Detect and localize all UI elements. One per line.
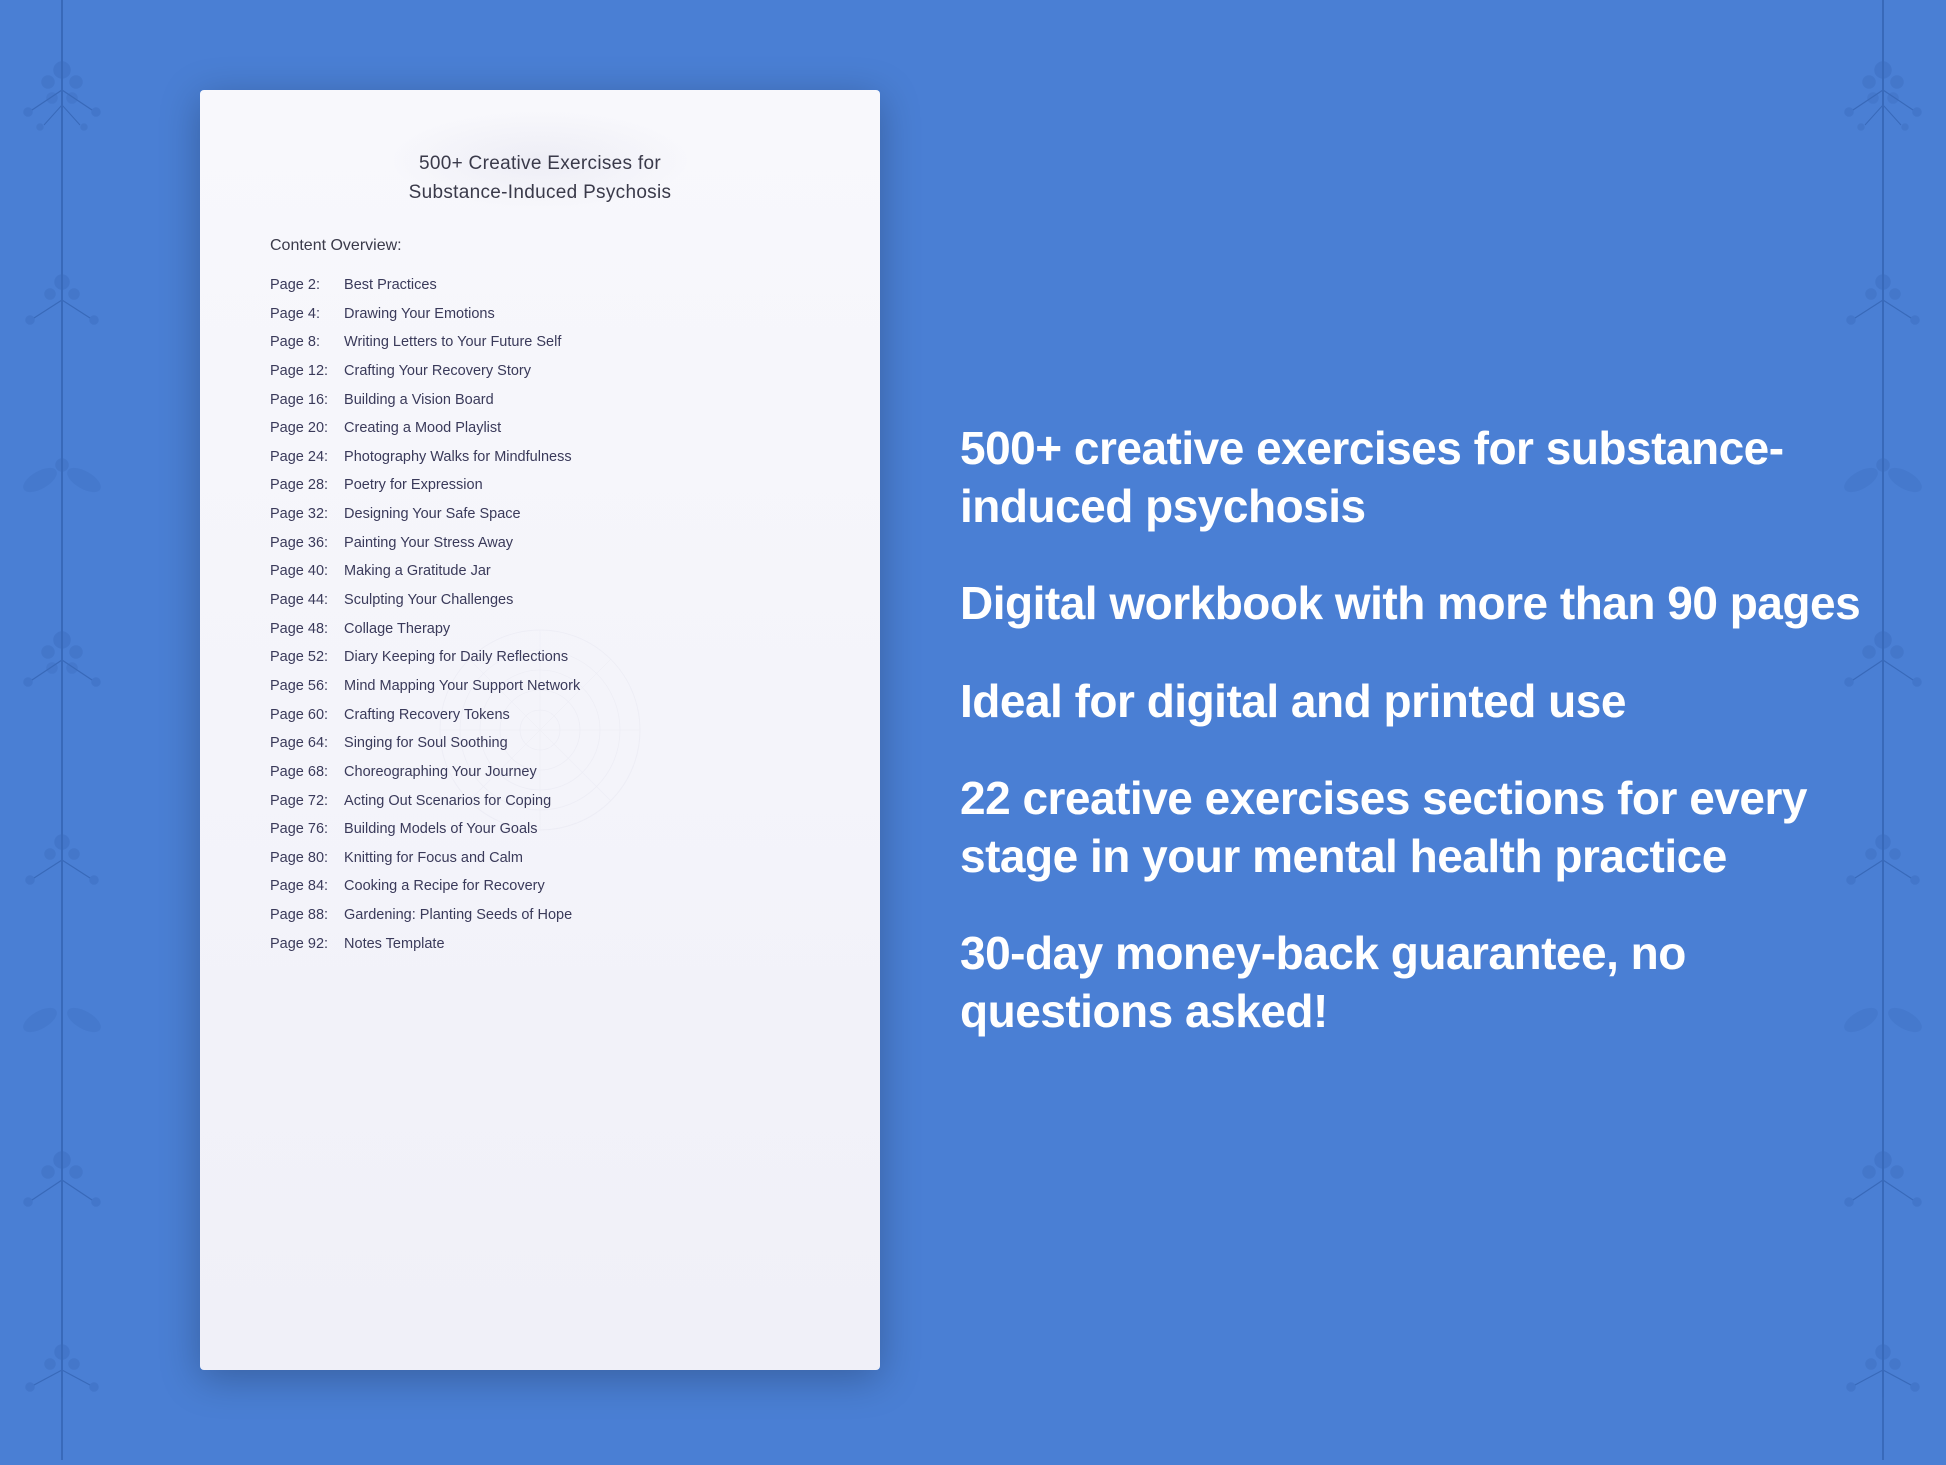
toc-page-number: Page 36:	[270, 531, 340, 556]
toc-title: Notes Template	[340, 932, 445, 957]
table-row: Page 44: Sculpting Your Challenges	[270, 588, 810, 613]
toc-title: Singing for Soul Soothing	[340, 731, 508, 756]
table-row: Page 52: Diary Keeping for Daily Reflect…	[270, 645, 810, 670]
table-row: Page 24: Photography Walks for Mindfulne…	[270, 445, 810, 470]
table-row: Page 80: Knitting for Focus and Calm	[270, 846, 810, 871]
table-row: Page 64: Singing for Soul Soothing	[270, 731, 810, 756]
toc-page-number: Page 72:	[270, 789, 340, 814]
toc-page-number: Page 88:	[270, 903, 340, 928]
toc-title: Poetry for Expression	[340, 473, 483, 498]
toc-page-number: Page 68:	[270, 760, 340, 785]
table-row: Page 72: Acting Out Scenarios for Coping	[270, 789, 810, 814]
toc-title: Gardening: Planting Seeds of Hope	[340, 903, 572, 928]
toc-page-number: Page 56:	[270, 674, 340, 699]
table-row: Page 76: Building Models of Your Goals	[270, 817, 810, 842]
document-content: 500+ Creative Exercises for Substance-In…	[270, 150, 810, 956]
feature-item: 500+ creative exercises for substance-in…	[960, 420, 1866, 535]
toc-page-number: Page 40:	[270, 559, 340, 584]
right-features: 500+ creative exercises for substance-in…	[880, 420, 1866, 1040]
table-row: Page 36: Painting Your Stress Away	[270, 531, 810, 556]
toc-page-number: Page 28:	[270, 473, 340, 498]
table-row: Page 32: Designing Your Safe Space	[270, 502, 810, 527]
toc-page-number: Page 8:	[270, 330, 340, 355]
table-row: Page 12: Crafting Your Recovery Story	[270, 359, 810, 384]
section-label: Content Overview:	[270, 237, 810, 255]
toc-page-number: Page 80:	[270, 846, 340, 871]
table-of-contents: Page 2: Best PracticesPage 4: Drawing Yo…	[270, 273, 810, 956]
toc-page-number: Page 52:	[270, 645, 340, 670]
toc-title: Best Practices	[340, 273, 437, 298]
table-row: Page 92: Notes Template	[270, 932, 810, 957]
toc-title: Mind Mapping Your Support Network	[340, 674, 580, 699]
toc-page-number: Page 20:	[270, 416, 340, 441]
table-row: Page 16: Building a Vision Board	[270, 388, 810, 413]
table-row: Page 28: Poetry for Expression	[270, 473, 810, 498]
right-floral-decoration	[1821, 0, 1946, 1460]
toc-title: Writing Letters to Your Future Self	[340, 330, 561, 355]
table-row: Page 40: Making a Gratitude Jar	[270, 559, 810, 584]
toc-page-number: Page 84:	[270, 874, 340, 899]
toc-page-number: Page 16:	[270, 388, 340, 413]
toc-title: Building Models of Your Goals	[340, 817, 538, 842]
toc-page-number: Page 2:	[270, 273, 340, 298]
feature-item: Digital workbook with more than 90 pages	[960, 575, 1866, 633]
toc-title: Sculpting Your Challenges	[340, 588, 513, 613]
toc-page-number: Page 44:	[270, 588, 340, 613]
table-row: Page 88: Gardening: Planting Seeds of Ho…	[270, 903, 810, 928]
toc-title: Drawing Your Emotions	[340, 302, 495, 327]
toc-title: Knitting for Focus and Calm	[340, 846, 523, 871]
toc-title: Making a Gratitude Jar	[340, 559, 491, 584]
toc-page-number: Page 64:	[270, 731, 340, 756]
toc-title: Cooking a Recipe for Recovery	[340, 874, 545, 899]
toc-title: Building a Vision Board	[340, 388, 494, 413]
toc-page-number: Page 24:	[270, 445, 340, 470]
toc-page-number: Page 76:	[270, 817, 340, 842]
toc-page-number: Page 60:	[270, 703, 340, 728]
left-floral-decoration	[0, 0, 125, 1460]
table-row: Page 68: Choreographing Your Journey	[270, 760, 810, 785]
toc-page-number: Page 12:	[270, 359, 340, 384]
feature-item: Ideal for digital and printed use	[960, 673, 1866, 731]
toc-page-number: Page 92:	[270, 932, 340, 957]
document-page: 500+ Creative Exercises for Substance-In…	[200, 90, 880, 1370]
toc-title: Choreographing Your Journey	[340, 760, 537, 785]
toc-page-number: Page 48:	[270, 617, 340, 642]
table-row: Page 56: Mind Mapping Your Support Netwo…	[270, 674, 810, 699]
toc-title: Crafting Recovery Tokens	[340, 703, 510, 728]
toc-page-number: Page 32:	[270, 502, 340, 527]
toc-page-number: Page 4:	[270, 302, 340, 327]
table-row: Page 8: Writing Letters to Your Future S…	[270, 330, 810, 355]
table-row: Page 84: Cooking a Recipe for Recovery	[270, 874, 810, 899]
table-row: Page 48: Collage Therapy	[270, 617, 810, 642]
document-title: 500+ Creative Exercises for Substance-In…	[270, 150, 810, 207]
feature-item: 22 creative exercises sections for every…	[960, 770, 1866, 885]
table-row: Page 4: Drawing Your Emotions	[270, 302, 810, 327]
toc-title: Diary Keeping for Daily Reflections	[340, 645, 568, 670]
toc-title: Collage Therapy	[340, 617, 450, 642]
table-row: Page 2: Best Practices	[270, 273, 810, 298]
toc-title: Painting Your Stress Away	[340, 531, 513, 556]
table-row: Page 20: Creating a Mood Playlist	[270, 416, 810, 441]
toc-title: Photography Walks for Mindfulness	[340, 445, 572, 470]
toc-title: Designing Your Safe Space	[340, 502, 521, 527]
table-row: Page 60: Crafting Recovery Tokens	[270, 703, 810, 728]
toc-title: Crafting Your Recovery Story	[340, 359, 531, 384]
toc-title: Creating a Mood Playlist	[340, 416, 501, 441]
feature-item: 30-day money-back guarantee, no question…	[960, 925, 1866, 1040]
toc-title: Acting Out Scenarios for Coping	[340, 789, 551, 814]
